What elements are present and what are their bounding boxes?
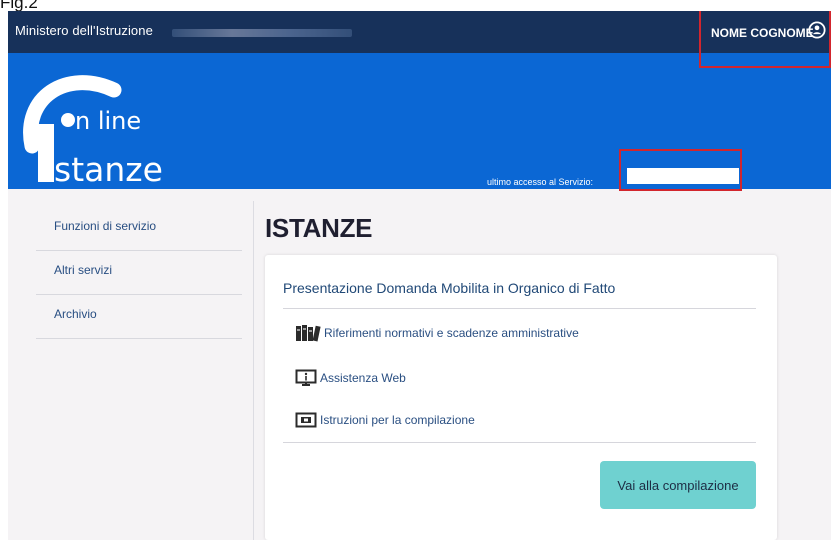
- screen-instructions-icon: [295, 412, 317, 428]
- content-divider: [253, 201, 254, 540]
- last-access-field: [627, 168, 739, 184]
- logo-text-line1: n line: [75, 107, 141, 135]
- start-compilation-button[interactable]: Vai alla compilazione: [600, 461, 756, 509]
- page-title: ISTANZE: [265, 213, 373, 243]
- ministry-name: Ministero dell'Istruzione: [15, 23, 153, 38]
- last-access-label: ultimo accesso al Servizio:: [487, 177, 594, 187]
- sidebar-nav: Funzioni di servizio Altri servizi Archi…: [36, 207, 242, 339]
- monitor-help-icon: [295, 369, 317, 386]
- link-label: Riferimenti normativi e scadenze amminis…: [324, 326, 579, 340]
- browser-page: Ministero dell'Istruzione NOME COGNOME n…: [8, 11, 831, 540]
- link-normative-references[interactable]: Riferimenti normativi e scadenze amminis…: [295, 323, 579, 343]
- sidebar-item-funzioni-di-servizio[interactable]: Funzioni di servizio: [36, 207, 242, 251]
- card-divider-bottom: [283, 442, 756, 443]
- top-bar: Ministero dell'Istruzione NOME COGNOME: [8, 11, 831, 53]
- sidebar-item-altri-servizi[interactable]: Altri servizi: [36, 251, 242, 295]
- link-web-assistance[interactable]: Assistenza Web: [295, 368, 406, 388]
- redacted-text: [172, 29, 352, 37]
- application-card: Presentazione Domanda Mobilita in Organi…: [265, 255, 777, 540]
- card-divider-top: [283, 308, 756, 309]
- link-instructions[interactable]: Istruzioni per la compilazione: [295, 410, 475, 430]
- card-title: Presentazione Domanda Mobilita in Organi…: [283, 280, 616, 296]
- istanze-online-logo[interactable]: n line stanze: [18, 58, 193, 186]
- books-icon: [296, 325, 321, 342]
- sidebar-item-archivio[interactable]: Archivio: [36, 295, 242, 339]
- user-icon[interactable]: [808, 21, 826, 39]
- site-banner: n line stanze ultimo accesso al Servizio…: [8, 53, 831, 189]
- link-label: Assistenza Web: [320, 371, 406, 385]
- user-name[interactable]: NOME COGNOME: [711, 26, 814, 40]
- link-label: Istruzioni per la compilazione: [320, 413, 475, 427]
- logo-text-line2: stanze: [54, 150, 163, 186]
